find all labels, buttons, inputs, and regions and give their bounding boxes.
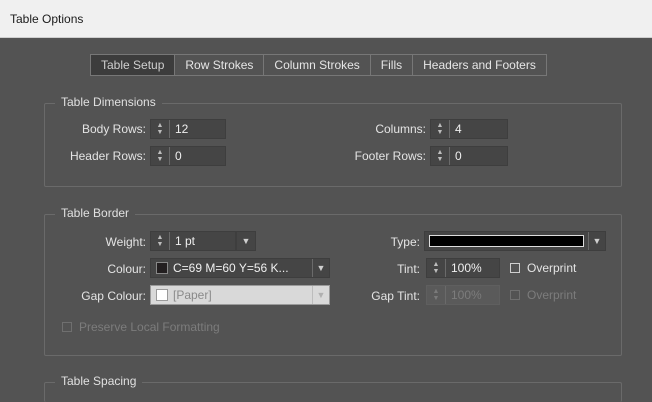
stepper-arrows-icon[interactable]: ▲ ▼	[431, 120, 450, 138]
gap-overprint-checkbox[interactable]: Overprint	[510, 288, 576, 302]
chevron-down-icon[interactable]: ▼	[588, 232, 605, 250]
type-label: Type:	[390, 235, 420, 249]
tab-table-setup[interactable]: Table Setup	[91, 55, 176, 75]
gap-colour-dropdown[interactable]: [Paper] ▼	[150, 285, 330, 305]
weight-stepper[interactable]: ▲ ▼ 1 pt	[150, 231, 236, 251]
footer-rows-stepper[interactable]: ▲ ▼ 0	[430, 146, 508, 166]
type-dropdown[interactable]: ▼	[424, 231, 606, 251]
body-rows-label: Body Rows:	[81, 122, 146, 136]
tint-label: Tint:	[397, 262, 420, 276]
gap-tint-label: Gap Tint:	[371, 289, 420, 303]
stepper-arrows-icon[interactable]: ▲ ▼	[151, 232, 170, 250]
tab-bar: Table Setup Row Strokes Column Strokes F…	[90, 54, 547, 76]
colour-swatch	[156, 262, 168, 274]
weight-value[interactable]: 1 pt	[170, 232, 195, 250]
chevron-down-icon[interactable]: ▼	[312, 259, 329, 277]
footer-rows-label: Footer Rows:	[354, 149, 426, 163]
overprint-checkbox-box[interactable]	[510, 263, 520, 273]
tab-column-strokes[interactable]: Column Strokes	[264, 55, 371, 75]
gap-colour-value: [Paper]	[173, 288, 212, 302]
gap-tint-value[interactable]: 100%	[446, 286, 482, 304]
weight-label: Weight:	[105, 235, 146, 249]
body-rows-value[interactable]: 12	[170, 120, 188, 138]
colour-label: Colour:	[107, 262, 146, 276]
tab-fills[interactable]: Fills	[371, 55, 414, 75]
stepper-arrows-icon[interactable]: ▲ ▼	[431, 147, 450, 165]
columns-label: Columns:	[375, 122, 426, 136]
gap-colour-label: Gap Colour:	[81, 289, 146, 303]
tab-headers-and-footers[interactable]: Headers and Footers	[413, 55, 546, 75]
columns-stepper[interactable]: ▲ ▼ 4	[430, 119, 508, 139]
table-dimensions-legend: Table Dimensions	[55, 95, 162, 109]
tab-row-strokes[interactable]: Row Strokes	[175, 55, 265, 75]
header-rows-stepper[interactable]: ▲ ▼ 0	[150, 146, 226, 166]
overprint-label: Overprint	[527, 261, 577, 275]
header-rows-value[interactable]: 0	[170, 147, 182, 165]
window-title: Table Options	[10, 12, 84, 26]
table-spacing-legend: Table Spacing	[55, 374, 143, 388]
overprint-checkbox[interactable]: Overprint	[510, 261, 576, 275]
gap-overprint-label: Overprint	[527, 288, 577, 302]
columns-value[interactable]: 4	[450, 120, 462, 138]
title-bar: Table Options	[0, 0, 652, 38]
chevron-down-icon[interactable]: ▼	[312, 286, 329, 304]
chevron-down-icon[interactable]: ▼	[237, 232, 255, 250]
stepper-arrows-icon[interactable]: ▲ ▼	[151, 120, 170, 138]
stroke-type-preview	[429, 235, 584, 247]
gap-overprint-checkbox-box[interactable]	[510, 290, 520, 300]
preserve-local-formatting-checkbox-box[interactable]	[62, 322, 72, 332]
tint-value[interactable]: 100%	[446, 259, 482, 277]
preserve-local-formatting-checkbox[interactable]: Preserve Local Formatting	[62, 320, 220, 334]
header-rows-label: Header Rows:	[69, 149, 146, 163]
table-border-legend: Table Border	[55, 206, 136, 220]
table-spacing-group: Table Spacing	[44, 374, 622, 402]
stepper-arrows-icon[interactable]: ▲ ▼	[427, 259, 446, 277]
gap-tint-stepper[interactable]: ▲ ▼ 100%	[426, 285, 500, 305]
body-rows-stepper[interactable]: ▲ ▼ 12	[150, 119, 226, 139]
tint-stepper[interactable]: ▲ ▼ 100%	[426, 258, 500, 278]
stepper-arrows-icon[interactable]: ▲ ▼	[427, 286, 446, 304]
preserve-local-formatting-label: Preserve Local Formatting	[79, 320, 220, 334]
colour-value: C=69 M=60 Y=56 K...	[173, 261, 289, 275]
colour-dropdown[interactable]: C=69 M=60 Y=56 K... ▼	[150, 258, 330, 278]
gap-colour-swatch	[156, 289, 168, 301]
footer-rows-value[interactable]: 0	[450, 147, 462, 165]
weight-dropdown-button[interactable]: ▼	[236, 231, 256, 251]
table-dimensions-group: Table Dimensions	[44, 95, 622, 187]
stepper-arrows-icon[interactable]: ▲ ▼	[151, 147, 170, 165]
